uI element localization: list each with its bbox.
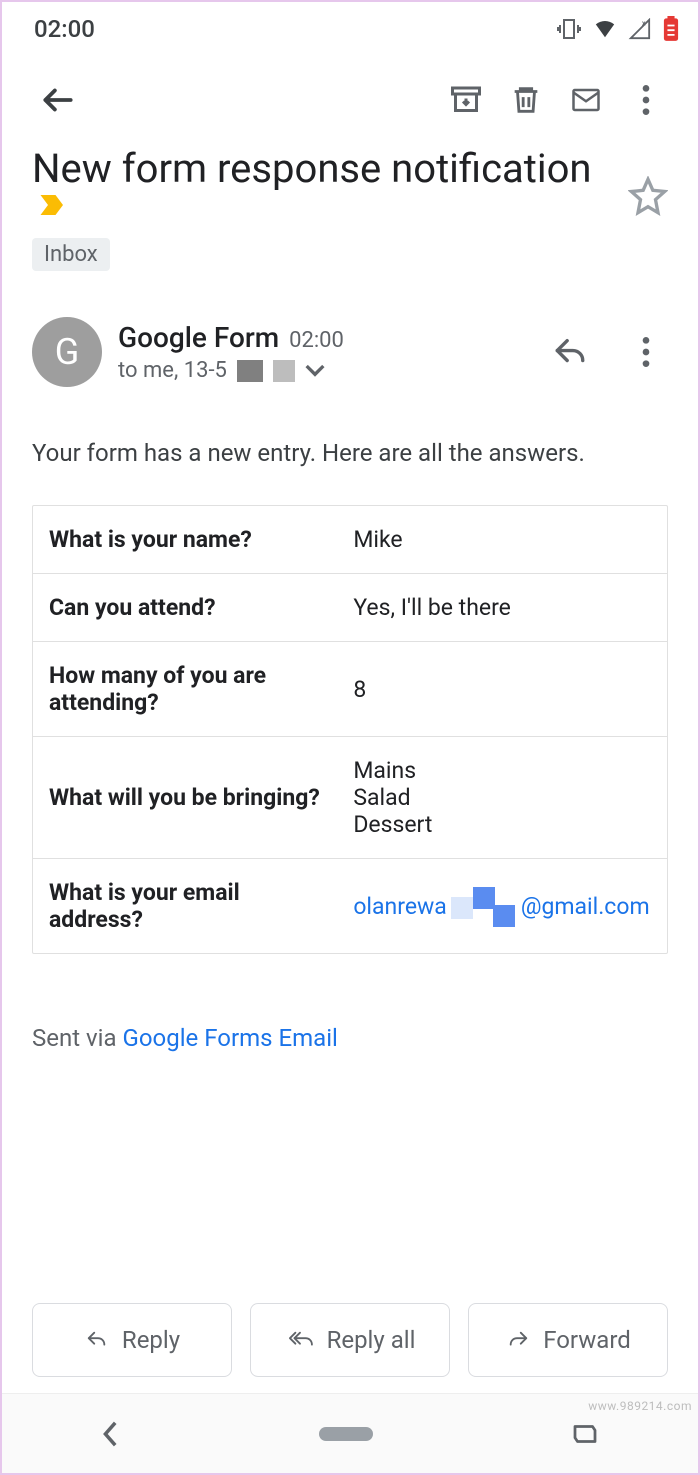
question-cell: What will you be bringing? <box>33 737 337 858</box>
answer-cell: Mains Salad Dessert <box>337 737 667 858</box>
svg-text:x: x <box>642 18 646 27</box>
redacted-block <box>451 897 473 919</box>
table-row: Can you attend? Yes, I'll be there <box>33 573 667 641</box>
wifi-icon <box>592 18 618 40</box>
question-cell: What is your name? <box>33 506 337 573</box>
redacted-block <box>273 360 295 382</box>
importance-icon <box>38 192 68 218</box>
table-row: What is your email address? olanrewa @gm… <box>33 858 667 953</box>
battery-icon <box>662 16 680 42</box>
forward-button[interactable]: Forward <box>468 1303 668 1377</box>
vibrate-icon <box>556 17 582 41</box>
reply-all-button[interactable]: Reply all <box>250 1303 450 1377</box>
nav-recent-icon[interactable] <box>570 1421 600 1447</box>
question-cell: Can you attend? <box>33 574 337 641</box>
toolbar <box>2 52 698 140</box>
answer-cell: 8 <box>337 642 667 736</box>
reply-all-label: Reply all <box>327 1326 416 1354</box>
reply-icon-button[interactable] <box>540 322 600 382</box>
answer-cell-email[interactable]: olanrewa @gmail.com <box>337 859 667 953</box>
forward-label: Forward <box>543 1326 631 1354</box>
redacted-block <box>237 360 263 382</box>
to-line: to me, 13-5 <box>118 358 227 383</box>
status-bar: 02:00 x <box>2 2 698 52</box>
more-button[interactable] <box>616 70 676 130</box>
email-body-intro: Your form has a new entry. Here are all … <box>2 397 698 485</box>
reply-label: Reply <box>122 1326 180 1354</box>
sent-via-prefix: Sent via <box>32 1024 123 1052</box>
back-button[interactable] <box>28 70 88 130</box>
reply-button[interactable]: Reply <box>32 1303 232 1377</box>
bottom-actions: Reply Reply all Forward <box>2 1303 698 1377</box>
sent-via: Sent via Google Forms Email <box>2 954 698 1062</box>
recipient-summary[interactable]: to me, 13-5 <box>118 358 524 383</box>
table-row: What will you be bringing? Mains Salad D… <box>33 736 667 858</box>
sender-name: Google Form <box>118 321 279 354</box>
delete-button[interactable] <box>496 70 556 130</box>
expand-details-icon[interactable] <box>305 364 325 378</box>
subject-row: New form response notification <box>2 140 698 224</box>
archive-button[interactable] <box>436 70 496 130</box>
status-icons: x <box>556 16 680 42</box>
email-part1: olanrewa <box>353 893 447 920</box>
nav-home-icon[interactable] <box>319 1427 373 1441</box>
email-subject: New form response notification <box>32 145 591 192</box>
signal-icon: x <box>628 18 652 40</box>
table-row: How many of you are attending? 8 <box>33 641 667 736</box>
email-part2: @gmail.com <box>521 893 650 920</box>
sender-time: 02:00 <box>289 328 344 353</box>
sent-via-link[interactable]: Google Forms Email <box>123 1024 338 1052</box>
label-chip[interactable]: Inbox <box>32 238 110 271</box>
answers-table: What is your name? Mike Can you attend? … <box>32 505 668 954</box>
watermark: www.989214.com <box>588 1399 692 1413</box>
sender-avatar[interactable]: G <box>32 317 102 387</box>
table-row: What is your name? Mike <box>33 506 667 573</box>
redacted-block <box>493 905 515 927</box>
answer-cell: Yes, I'll be there <box>337 574 667 641</box>
mark-unread-button[interactable] <box>556 70 616 130</box>
star-button[interactable] <box>628 176 668 216</box>
question-cell: How many of you are attending? <box>33 642 337 736</box>
status-time: 02:00 <box>34 15 95 43</box>
sender-row: G Google Form 02:00 to me, 13-5 <box>2 271 698 397</box>
question-cell: What is your email address? <box>33 859 337 953</box>
message-more-button[interactable] <box>616 322 676 382</box>
redacted-block <box>473 887 495 909</box>
nav-back-icon[interactable] <box>100 1420 122 1448</box>
answer-cell: Mike <box>337 506 667 573</box>
